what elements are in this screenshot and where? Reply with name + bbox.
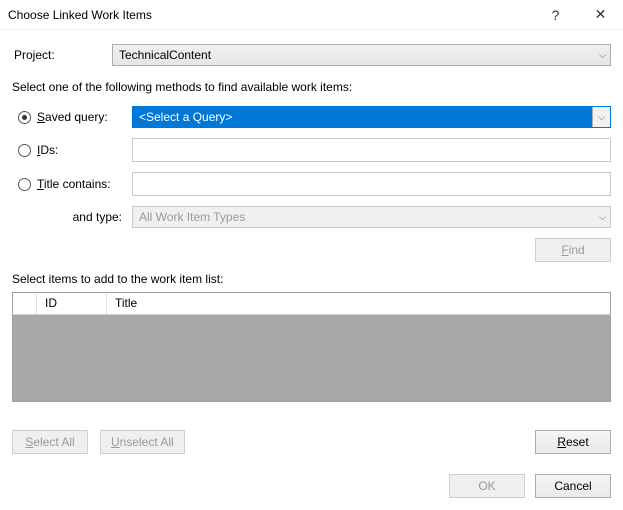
saved-query-option[interactable]: Saved query: bbox=[12, 110, 132, 124]
ok-button: OK bbox=[449, 474, 525, 498]
saved-query-combo[interactable]: <Select a Query> ⌵ bbox=[132, 106, 611, 128]
results-grid[interactable]: ID Title bbox=[12, 292, 611, 402]
chevron-down-icon: ⌵ bbox=[599, 212, 606, 223]
chevron-down-icon[interactable]: ⌵ bbox=[592, 107, 610, 127]
find-bar: Find bbox=[12, 238, 611, 262]
project-combo[interactable]: TechnicalContent ⌵ bbox=[112, 44, 611, 66]
ids-input[interactable] bbox=[132, 138, 611, 162]
ids-row: IDs: bbox=[12, 138, 611, 162]
title-contains-label: Title contains: bbox=[37, 177, 111, 191]
saved-query-label: Saved query: bbox=[37, 110, 108, 124]
grid-header: ID Title bbox=[13, 293, 610, 315]
unselect-all-button: Unselect All bbox=[100, 430, 185, 454]
title-contains-input[interactable] bbox=[132, 172, 611, 196]
dialog-content: Project: TechnicalContent ⌵ Select one o… bbox=[0, 30, 623, 510]
title-contains-option[interactable]: Title contains: bbox=[12, 177, 132, 191]
grid-body bbox=[13, 315, 610, 401]
title-bar: Choose Linked Work Items ? ✕ bbox=[0, 0, 623, 30]
instruction-text: Select one of the following methods to f… bbox=[12, 80, 611, 94]
type-combo: All Work Item Types ⌵ bbox=[132, 206, 611, 228]
ids-label: IDs: bbox=[37, 143, 58, 157]
type-value: All Work Item Types bbox=[139, 210, 245, 224]
saved-query-row: Saved query: <Select a Query> ⌵ bbox=[12, 106, 611, 128]
and-type-row: and type: All Work Item Types ⌵ bbox=[12, 206, 611, 228]
grid-col-title[interactable]: Title bbox=[107, 293, 610, 314]
window-title: Choose Linked Work Items bbox=[8, 8, 533, 22]
and-type-label: and type: bbox=[12, 210, 132, 224]
ids-option[interactable]: IDs: bbox=[12, 143, 132, 157]
grid-heading: Select items to add to the work item lis… bbox=[12, 272, 611, 286]
radio-ids[interactable] bbox=[18, 144, 31, 157]
grid-col-checkbox[interactable] bbox=[13, 293, 37, 314]
find-button: Find bbox=[535, 238, 611, 262]
selection-buttons: Select All Unselect All Reset bbox=[12, 430, 611, 454]
radio-title-contains[interactable] bbox=[18, 178, 31, 191]
select-all-button: Select All bbox=[12, 430, 88, 454]
project-value: TechnicalContent bbox=[119, 48, 211, 62]
chevron-down-icon: ⌵ bbox=[599, 50, 606, 61]
help-button[interactable]: ? bbox=[533, 1, 578, 29]
title-contains-row: Title contains: bbox=[12, 172, 611, 196]
project-row: Project: TechnicalContent ⌵ bbox=[12, 44, 611, 66]
dialog-buttons: OK Cancel bbox=[12, 474, 611, 498]
saved-query-value: <Select a Query> bbox=[133, 107, 592, 127]
project-label: Project: bbox=[12, 48, 112, 62]
close-button[interactable]: ✕ bbox=[578, 1, 623, 29]
cancel-button[interactable]: Cancel bbox=[535, 474, 611, 498]
grid-col-id[interactable]: ID bbox=[37, 293, 107, 314]
radio-saved-query[interactable] bbox=[18, 111, 31, 124]
reset-button[interactable]: Reset bbox=[535, 430, 611, 454]
